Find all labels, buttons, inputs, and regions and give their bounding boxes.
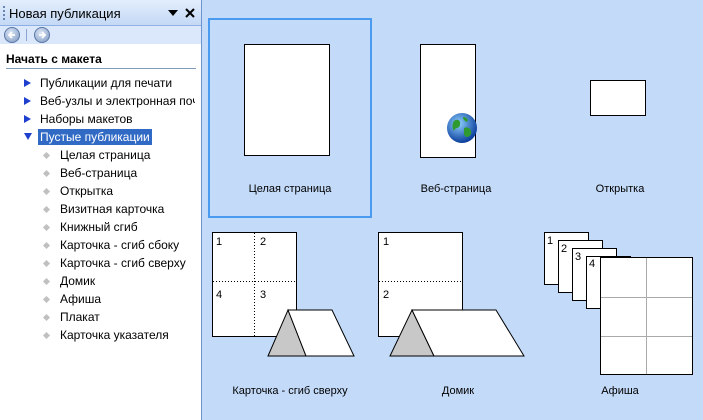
template-web-page[interactable]: Веб-страница bbox=[376, 18, 536, 218]
task-pane-title: Новая публикация bbox=[9, 6, 121, 21]
tree-sub-item[interactable]: Домик bbox=[0, 272, 196, 290]
bullet-icon bbox=[42, 295, 51, 304]
tree-sub-label: Домик bbox=[60, 274, 96, 288]
nav-separator bbox=[26, 29, 27, 41]
page-number: 4 bbox=[216, 289, 223, 301]
tree-sub-label: Афиша bbox=[60, 292, 102, 306]
template-caption: Открытка bbox=[595, 183, 645, 195]
bullet-icon bbox=[42, 151, 51, 160]
page-thumbnail bbox=[244, 44, 330, 156]
template-gallery: Целая страница Веб-страница Открытка 1 2… bbox=[202, 0, 703, 420]
section-divider bbox=[6, 68, 196, 69]
forward-button[interactable] bbox=[34, 27, 50, 43]
collapse-arrow-icon bbox=[24, 133, 32, 140]
forward-arrow-icon bbox=[39, 31, 47, 39]
triangle-down-icon[interactable] bbox=[167, 7, 179, 19]
bullet-icon bbox=[42, 331, 51, 340]
page-number: 1 bbox=[547, 235, 554, 247]
expand-arrow-icon bbox=[24, 115, 31, 123]
tree-sub-item[interactable]: Афиша bbox=[0, 290, 196, 308]
page-number: 2 bbox=[561, 243, 568, 255]
top-fold-card-thumbnail bbox=[212, 232, 355, 357]
expand-arrow-icon bbox=[24, 97, 31, 105]
bullet-icon bbox=[42, 187, 51, 196]
tree-sub-item[interactable]: Целая страница bbox=[0, 146, 196, 164]
close-icon[interactable] bbox=[183, 6, 197, 20]
tree-item-label: Публикации для печати bbox=[40, 76, 173, 90]
tree-sub-label: Визитная карточка bbox=[60, 202, 165, 216]
template-caption: Карточка - сгиб сверху bbox=[232, 385, 348, 397]
back-arrow-icon bbox=[7, 31, 15, 39]
page-thumbnail bbox=[590, 80, 646, 116]
page-number: 1 bbox=[383, 236, 390, 248]
tree-sub-item[interactable]: Веб-страница bbox=[0, 164, 196, 182]
expand-arrow-icon bbox=[24, 79, 31, 87]
section-title: Начать с макета bbox=[6, 52, 102, 66]
globe-icon bbox=[447, 113, 477, 143]
bullet-icon bbox=[42, 205, 51, 214]
tree-item-sets[interactable]: Наборы макетов bbox=[0, 110, 196, 128]
tree-sub-label: Плакат bbox=[60, 310, 100, 324]
template-caption: Афиша bbox=[601, 385, 639, 397]
template-caption: Домик bbox=[441, 385, 475, 397]
tree-sub-item[interactable]: Карточка - сгиб сбоку bbox=[0, 236, 196, 254]
tree-sub-item[interactable]: Открытка bbox=[0, 182, 196, 200]
back-button[interactable] bbox=[4, 27, 20, 43]
bullet-icon bbox=[42, 223, 51, 232]
page-number: 2 bbox=[383, 289, 390, 301]
tree-sub-label: Карточка - сгиб сбоку bbox=[60, 238, 180, 252]
task-pane: Новая публикация Начать с макета Публика… bbox=[0, 0, 202, 420]
tree-sub-label: Книжный сгиб bbox=[60, 220, 138, 234]
template-postcard[interactable]: Открытка bbox=[540, 18, 700, 218]
tree-sub-label: Карточка - сгиб сверху bbox=[60, 256, 186, 270]
template-caption: Целая страница bbox=[248, 183, 332, 195]
template-tent-card[interactable]: 1 2 Домик bbox=[378, 226, 538, 406]
page-number: 3 bbox=[260, 289, 267, 301]
tree-sub-item[interactable]: Карточка - сгиб сверху bbox=[0, 254, 196, 272]
tree-item-label: Пустые публикации bbox=[38, 129, 152, 145]
tree-item-blank[interactable]: Пустые публикации bbox=[0, 128, 196, 146]
tree-sub-label: Карточка указателя bbox=[60, 328, 169, 342]
tree-sub-item[interactable]: Плакат bbox=[0, 308, 196, 326]
tree-sub-item[interactable]: Книжный сгиб bbox=[0, 218, 196, 236]
template-full-page[interactable]: Целая страница bbox=[208, 18, 372, 218]
page-number: 3 bbox=[575, 251, 582, 263]
bullet-icon bbox=[42, 259, 51, 268]
tree-item-web[interactable]: Веб-узлы и электронная почта bbox=[0, 92, 196, 110]
bullet-icon bbox=[42, 277, 51, 286]
tree-sub-label: Веб-страница bbox=[60, 166, 138, 180]
page-number: 1 bbox=[216, 236, 223, 248]
task-pane-titlebar: Новая публикация bbox=[0, 0, 201, 26]
template-caption: Веб-страница bbox=[420, 183, 492, 195]
bullet-icon bbox=[42, 169, 51, 178]
template-top-fold-card[interactable]: 1 2 4 3 Карточка - сгиб сверху bbox=[206, 226, 374, 406]
tree-sub-item[interactable]: Визитная карточка bbox=[0, 200, 196, 218]
template-poster[interactable]: 1 2 3 4 Афиша bbox=[540, 226, 700, 406]
tree-item-label: Веб-узлы и электронная почта bbox=[40, 94, 195, 108]
bullet-icon bbox=[42, 313, 51, 322]
tree-sub-label: Открытка bbox=[60, 184, 114, 198]
tree-item-label: Наборы макетов bbox=[40, 112, 133, 126]
task-pane-nav-bar bbox=[0, 26, 201, 44]
page-number: 4 bbox=[589, 258, 596, 270]
tree-item-print[interactable]: Публикации для печати bbox=[0, 74, 196, 92]
tree-sub-label: Целая страница bbox=[60, 148, 151, 162]
bullet-icon bbox=[42, 241, 51, 250]
grip-handle[interactable] bbox=[3, 6, 7, 20]
page-number: 2 bbox=[260, 236, 267, 248]
tree-sub-item[interactable]: Карточка указателя bbox=[0, 326, 196, 344]
tent-card-thumbnail bbox=[378, 232, 525, 357]
